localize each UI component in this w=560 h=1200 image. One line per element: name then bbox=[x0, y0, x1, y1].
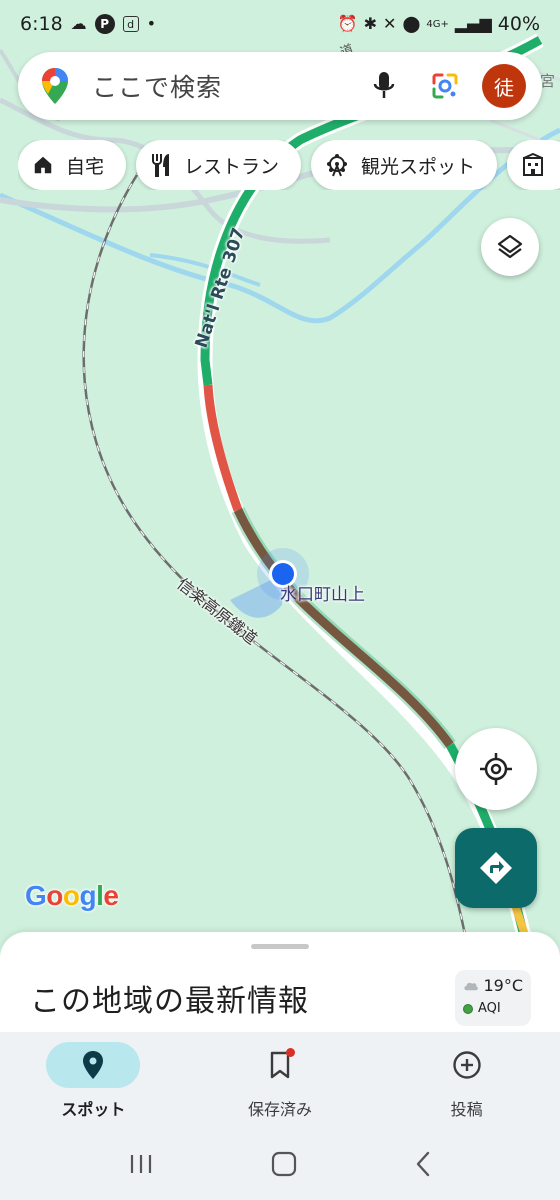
system-nav-bar bbox=[0, 1132, 560, 1200]
search-bar[interactable]: ここで検索 徒 bbox=[18, 52, 542, 120]
aqi-indicator-icon bbox=[463, 1003, 473, 1014]
add-circle-icon bbox=[452, 1051, 481, 1079]
account-avatar[interactable]: 徒 bbox=[482, 64, 526, 108]
google-lens-icon[interactable] bbox=[430, 71, 460, 101]
home-icon bbox=[34, 156, 52, 174]
google-logo: Google bbox=[25, 880, 119, 911]
layers-icon bbox=[497, 234, 523, 259]
place-label[interactable]: 水口町山上 bbox=[280, 580, 365, 605]
alarm-icon: ⏰ bbox=[337, 14, 358, 33]
search-input[interactable]: ここで検索 bbox=[92, 68, 372, 104]
edge-place-label: 宮 bbox=[540, 72, 556, 90]
sheet-title: この地域の最新情報 bbox=[30, 984, 309, 1019]
bottom-nav: スポット 保存済み 投稿 bbox=[0, 1032, 560, 1132]
chip-restaurant[interactable]: レストラン bbox=[136, 140, 302, 190]
recent-apps-icon[interactable] bbox=[128, 1153, 154, 1179]
bluetooth-icon: ✱ bbox=[363, 14, 378, 33]
aqi-label: AQI bbox=[478, 1001, 501, 1016]
weather-temp: 19°C bbox=[483, 976, 523, 995]
microphone-icon[interactable] bbox=[372, 70, 396, 102]
weather-cloud-icon: ☁ bbox=[70, 14, 87, 33]
weather-widget[interactable]: 19°C AQI bbox=[455, 970, 531, 1026]
crosshair-location-icon bbox=[480, 753, 512, 785]
battery-level: 40% bbox=[497, 13, 540, 35]
signal-icon: ▂▄▆ bbox=[454, 14, 492, 33]
nav-saved[interactable]: 保存済み bbox=[187, 1032, 374, 1132]
my-location-button[interactable] bbox=[455, 728, 537, 810]
d-app-icon: d bbox=[122, 16, 139, 32]
nav-contribute-label: 投稿 bbox=[450, 1100, 483, 1119]
chip-attractions[interactable]: 観光スポット bbox=[311, 140, 498, 190]
directions-arrow-icon bbox=[480, 852, 512, 884]
attractions-icon bbox=[327, 154, 348, 177]
drag-handle[interactable] bbox=[251, 944, 309, 949]
place-pin-icon bbox=[83, 1051, 104, 1079]
chip-label: レストラン bbox=[184, 155, 280, 178]
chip-home[interactable]: 自宅 bbox=[18, 140, 127, 190]
chip-label: 自宅 bbox=[66, 155, 105, 178]
building-icon bbox=[523, 153, 544, 176]
nav-explore-label: スポット bbox=[61, 1100, 126, 1119]
status-time: 6:18 bbox=[20, 13, 63, 35]
chip-more[interactable] bbox=[507, 140, 560, 190]
notification-dot-icon: • bbox=[146, 14, 157, 33]
bottom-sheet[interactable]: この地域の最新情報 19°C AQI bbox=[0, 932, 560, 1032]
nav-saved-label: 保存済み bbox=[248, 1100, 313, 1119]
chip-label: 観光スポット bbox=[361, 155, 476, 178]
category-chips: 自宅 レストラン 観光スポット bbox=[18, 140, 560, 190]
maps-pin-logo-icon bbox=[40, 66, 70, 106]
network-type: 4G+ bbox=[426, 18, 449, 30]
back-nav-icon[interactable] bbox=[414, 1151, 432, 1181]
restaurant-icon bbox=[152, 154, 170, 177]
layers-button[interactable] bbox=[481, 218, 539, 276]
directions-button[interactable] bbox=[455, 828, 537, 908]
notification-badge-icon bbox=[286, 1048, 295, 1057]
nav-explore[interactable]: スポット bbox=[0, 1032, 187, 1132]
nav-contribute[interactable]: 投稿 bbox=[373, 1032, 560, 1132]
status-bar: 6:18 ☁ P d • ⏰ ✱ ✕ ⬤ 4G+ ▂▄▆ 40% bbox=[0, 0, 560, 48]
mute-icon: ✕ bbox=[383, 14, 397, 33]
location-status-icon: ⬤ bbox=[402, 14, 421, 33]
cloud-icon bbox=[464, 982, 478, 990]
parking-app-icon: P bbox=[94, 14, 115, 34]
home-nav-icon[interactable] bbox=[271, 1151, 297, 1181]
